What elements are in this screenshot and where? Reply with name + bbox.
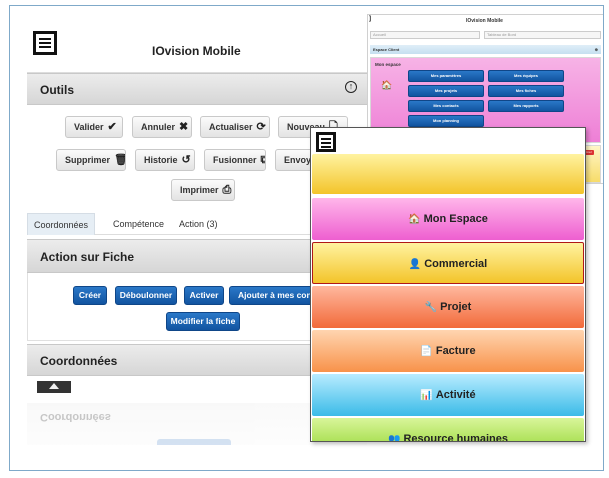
screenshot-frame: IOvision Mobile Outils ↑ Valider ✔ Annule… [9,5,604,471]
menu-item-activite[interactable]: 📊 Activité [312,374,584,416]
close-icon: ✖ [179,121,189,133]
menu-item-commercial[interactable]: 👤 Commercial [312,242,584,284]
inset-mon-espace-label: Mon espace [375,62,401,67]
check-icon: ✔ [107,121,117,133]
inset-btn-contacts[interactable]: Mes contacts [408,100,484,112]
history-icon: ↺ [181,154,191,166]
inset-btn-parametres[interactable]: Mes paramètres [408,70,484,82]
collapse-icon[interactable] [37,381,71,393]
inset-header: ] IOvision Mobile [368,15,603,29]
tab-competence[interactable]: Compétence [107,213,170,235]
home-icon: 🏠 [408,214,421,225]
reflection-label: Coordonnées [40,411,111,423]
collapse-up-icon[interactable]: ↑ [345,81,357,93]
trash-icon: 🗑 [114,150,125,170]
inset-btn-rapports[interactable]: Mes rapports [488,100,564,112]
historie-button[interactable]: Historie ↺ [135,149,195,171]
inset-board-field[interactable]: Tableau de Bord [484,31,601,39]
activer-button[interactable]: Activer [184,286,224,305]
merge-icon: ⧉ [261,150,265,170]
inset-section-bar: Espace Client ⊕ [370,45,601,54]
print-icon: ⎙ [222,184,232,196]
tab-action[interactable]: Action (3) [173,213,224,235]
inset-btn-fiches[interactable]: Mes fiches [488,85,564,97]
inset-btn-equipes[interactable]: Mes équipes [488,70,564,82]
inset-mon-espace-icon: 🏠 [381,80,393,90]
outils-bar[interactable]: Outils ↑ [27,73,367,105]
activity-icon: 📊 [420,390,433,401]
annuler-button[interactable]: Annuler ✖ [132,116,192,138]
action-label: Action sur Fiche [40,250,135,264]
refresh-icon: ⟳ [256,121,266,133]
commercial-icon: 👤 [408,259,422,270]
inset-btn-planning[interactable]: Mon planning [408,115,484,127]
hr-icon: 👥 [388,434,401,442]
inset-menu-icon: ] [369,16,371,22]
app-header: IOvision Mobile [27,25,367,73]
imprimer-button[interactable]: Imprimer ⎙ [171,179,235,201]
menu-item-mon-espace[interactable]: 🏠 Mon Espace [312,198,584,240]
modifier-fiche-button[interactable]: Modifier la fiche [166,312,240,331]
reflection-button [157,439,231,445]
inset-btn-projets[interactable]: Mes projets [408,85,484,97]
project-icon: 🔧 [424,302,438,313]
menu-item-projet[interactable]: 🔧 Projet [312,286,584,328]
inset-search-field[interactable]: Accueil [370,31,480,39]
menu-item-ressources-humaines[interactable]: 👥 Resource humaines [312,418,584,442]
creer-button[interactable]: Créer [73,286,107,305]
inset-title: IOvision Mobile [466,18,503,24]
menu-icon[interactable] [33,31,57,55]
app-title: IOvision Mobile [152,44,241,58]
supprimer-button[interactable]: Supprimer🗑 [56,149,126,171]
tab-coordonnees[interactable]: Coordonnées [27,213,96,235]
actualiser-button[interactable]: Actualiser ⟳ [200,116,270,138]
invoice-icon: 📄 [420,346,433,357]
deboulonner-button[interactable]: Déboulonner [115,286,177,305]
inset-collapse-icon: ⊕ [594,47,598,52]
menu-item-facture[interactable]: 📄 Facture [312,330,584,372]
outils-label: Outils [40,83,75,97]
menu-item-top[interactable] [312,154,584,194]
coordonnees-label: Coordonnées [40,354,118,368]
mobile-menu-screen: 🏠 Mon Espace 👤 Commercial 🔧 Projet 📄 Facture… [310,127,586,442]
valider-button[interactable]: Valider ✔ [65,116,123,138]
menu-icon[interactable] [316,132,336,152]
fusionner-button[interactable]: Fusionner⧉ [204,149,266,171]
